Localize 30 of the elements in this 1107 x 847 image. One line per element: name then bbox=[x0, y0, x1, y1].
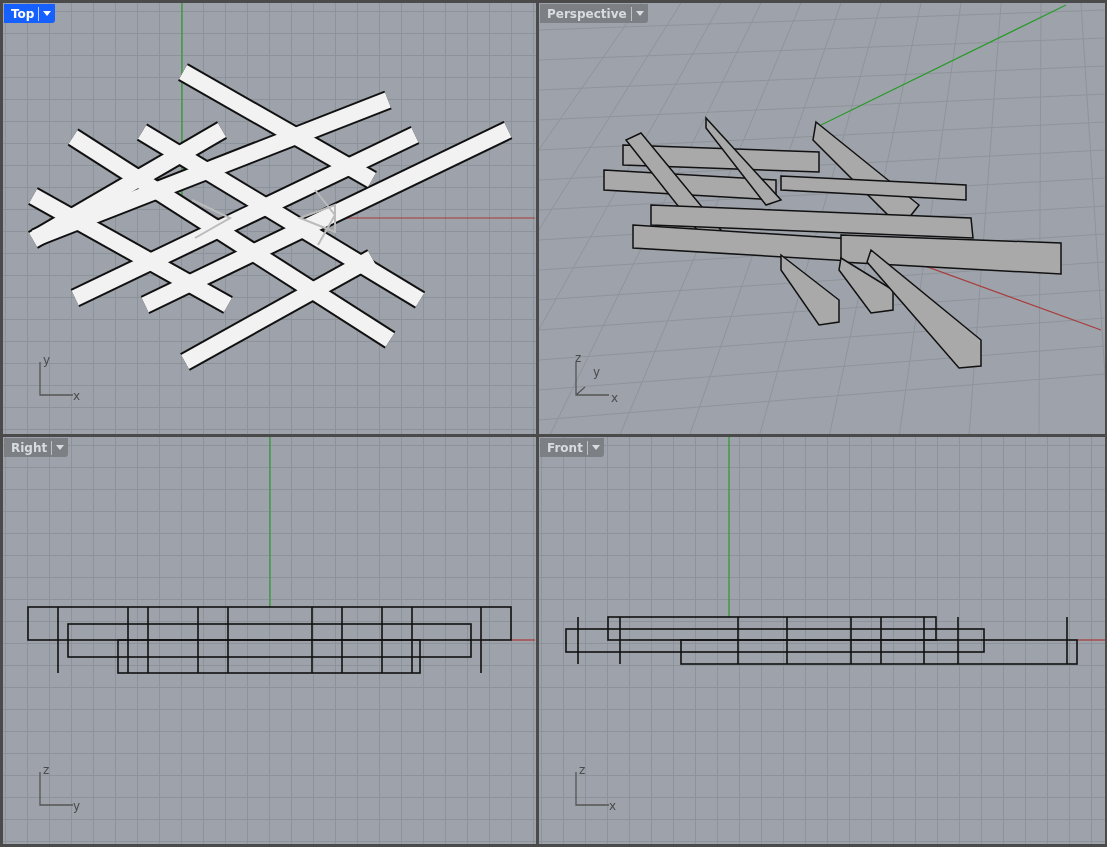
axis-label: y bbox=[73, 800, 81, 812]
caret-icon[interactable] bbox=[43, 11, 52, 16]
axis-label: x bbox=[73, 390, 81, 402]
caret-icon[interactable] bbox=[591, 445, 600, 450]
viewport-tab[interactable]: Front bbox=[540, 438, 604, 457]
caret-icon[interactable] bbox=[56, 445, 65, 450]
axis-line bbox=[510, 639, 536, 641]
viewport[interactable]: Top y x bbox=[3, 3, 536, 434]
axis-icon bbox=[575, 362, 609, 396]
axis-icon bbox=[39, 772, 73, 806]
viewport-title: Perspective bbox=[547, 6, 627, 21]
axis-line bbox=[1076, 639, 1105, 641]
viewport-title: Top bbox=[11, 6, 35, 21]
viewport-tab[interactable]: Perspective bbox=[540, 4, 648, 23]
viewport-tab[interactable]: Top bbox=[4, 4, 56, 23]
axis-icon bbox=[575, 772, 609, 806]
axis-label: x bbox=[609, 800, 617, 812]
viewport[interactable]: Front z x bbox=[539, 437, 1105, 844]
axis-label: z bbox=[575, 352, 582, 364]
axis-label: z bbox=[579, 764, 586, 776]
viewport[interactable]: Perspective z y x bbox=[539, 3, 1105, 434]
axis-label: z bbox=[43, 764, 50, 776]
viewport-title: Right bbox=[11, 440, 48, 455]
axis-label: x bbox=[611, 392, 619, 404]
viewport-tab[interactable]: Right bbox=[4, 438, 69, 457]
viewport[interactable]: Right z y bbox=[3, 437, 536, 844]
viewport-title: Front bbox=[547, 440, 583, 455]
axis-label: y bbox=[43, 354, 51, 366]
caret-icon[interactable] bbox=[635, 11, 644, 16]
axis-label: y bbox=[593, 366, 601, 378]
